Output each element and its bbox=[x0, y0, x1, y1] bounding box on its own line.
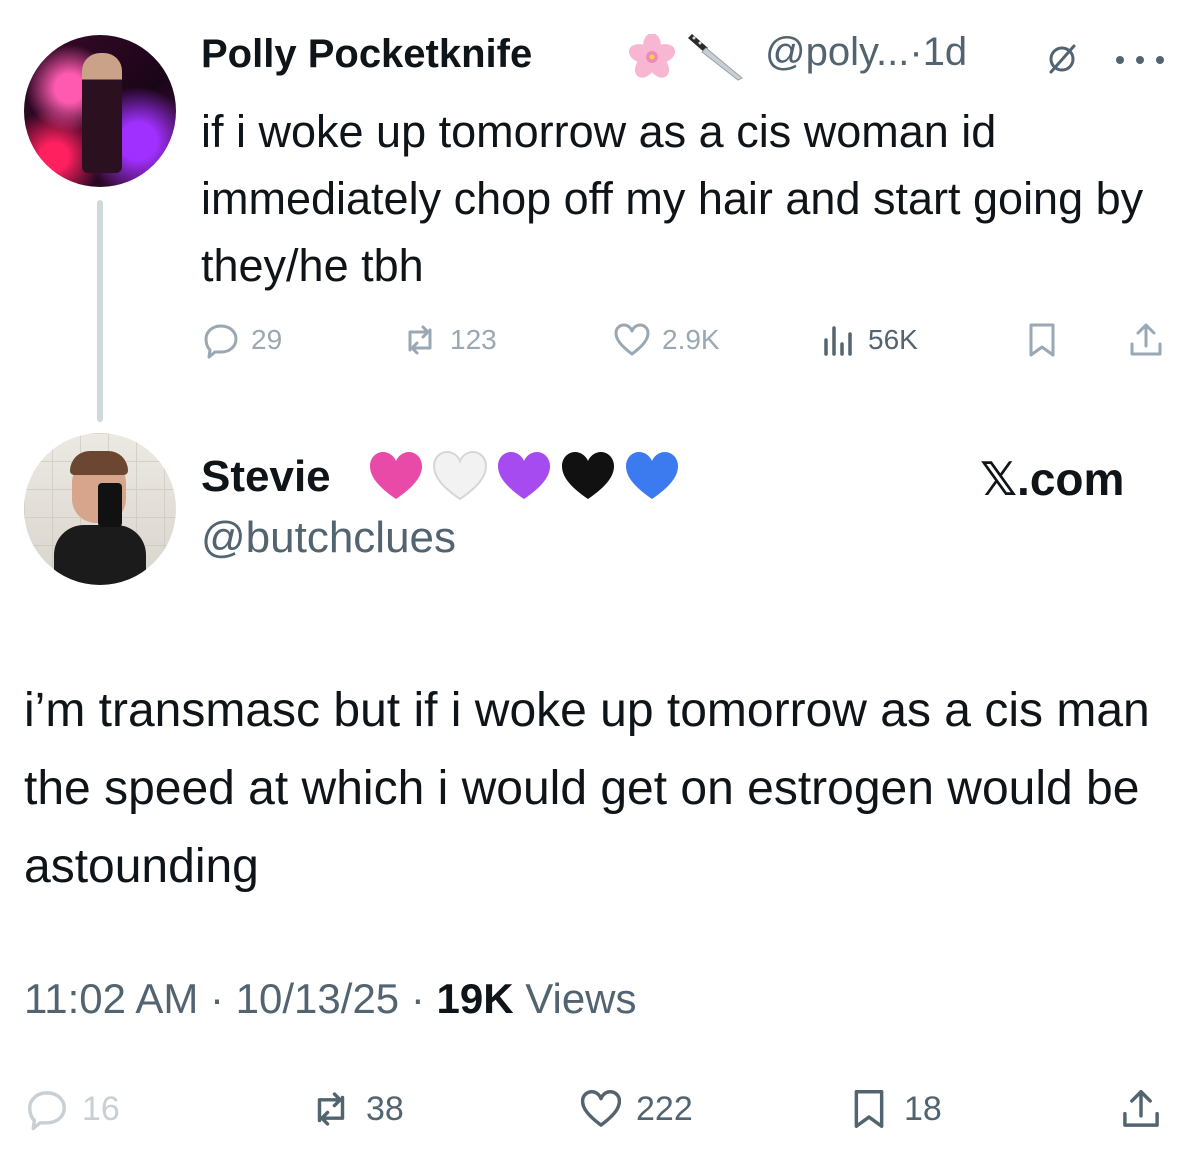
author-name[interactable]: Stevie bbox=[201, 452, 331, 502]
kitchen-knife-icon bbox=[688, 34, 743, 81]
pink-heart-icon bbox=[370, 452, 422, 499]
reply-icon bbox=[28, 1091, 66, 1131]
cherry-blossom-icon bbox=[628, 34, 676, 78]
bookmark-icon bbox=[854, 1090, 884, 1128]
author-name[interactable]: Polly Pocketknife bbox=[201, 32, 532, 77]
share-button[interactable] bbox=[1126, 318, 1166, 362]
heart-icon bbox=[580, 1090, 622, 1127]
like-button[interactable]: 222 bbox=[578, 1086, 693, 1132]
tweet-date[interactable]: 10/13/25 bbox=[236, 975, 400, 1022]
repost-icon bbox=[408, 325, 432, 355]
tweet-text: if i woke up tomorrow as a cis woman id … bbox=[201, 106, 1144, 291]
share-button[interactable] bbox=[1118, 1086, 1164, 1132]
bookmark-icon bbox=[1029, 323, 1055, 357]
repost-button[interactable]: 123 bbox=[400, 318, 497, 362]
views-button[interactable]: 56K bbox=[818, 318, 918, 362]
handle-and-time[interactable]: @poly...·1d bbox=[765, 30, 967, 75]
avatar-polly[interactable] bbox=[24, 35, 176, 187]
share-icon bbox=[1130, 323, 1162, 356]
heart-icon bbox=[614, 323, 650, 356]
tweet-time[interactable]: 11:02 AM bbox=[24, 975, 198, 1022]
views-chart-icon bbox=[824, 326, 852, 356]
heart-emojis bbox=[367, 449, 687, 507]
blue-heart-icon bbox=[626, 452, 678, 499]
black-heart-icon bbox=[562, 452, 614, 499]
edited-icon[interactable] bbox=[1045, 42, 1079, 76]
repost-icon bbox=[317, 1092, 345, 1126]
reply-button[interactable]: 16 bbox=[24, 1086, 120, 1132]
tweet-meta: 11:02 AM · 10/13/25 · 19K Views bbox=[24, 975, 637, 1022]
x-com-watermark: 𝕏.com bbox=[980, 453, 1125, 505]
thread-connector-line bbox=[97, 200, 103, 422]
reply-button[interactable]: 29 bbox=[201, 318, 282, 362]
like-button[interactable]: 2.9K bbox=[612, 318, 720, 362]
views-label: Views bbox=[525, 975, 637, 1022]
avatar-stevie[interactable] bbox=[24, 433, 176, 585]
bookmark-button[interactable] bbox=[1022, 318, 1062, 362]
tweet-text: i’m transmasc but if i woke up tomorrow … bbox=[24, 684, 1150, 893]
bookmark-button[interactable]: 18 bbox=[846, 1086, 942, 1132]
more-options-icon[interactable] bbox=[1110, 54, 1170, 66]
author-handle[interactable]: @butchclues bbox=[201, 513, 456, 563]
share-icon bbox=[1123, 1090, 1159, 1127]
reply-icon bbox=[204, 324, 238, 359]
views-count: 19K bbox=[436, 975, 514, 1022]
repost-button[interactable]: 38 bbox=[308, 1086, 404, 1132]
white-heart-icon bbox=[432, 450, 488, 501]
purple-heart-icon bbox=[498, 452, 550, 499]
